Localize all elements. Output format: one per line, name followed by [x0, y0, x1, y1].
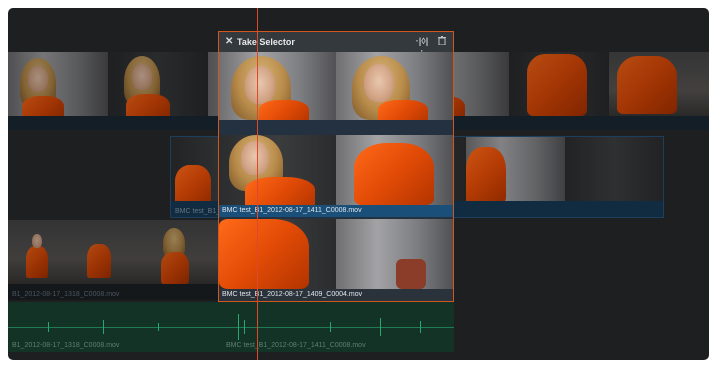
trash-icon[interactable]: [435, 36, 449, 48]
take-label: BMC test_B1_2012-08-17_1409_C0004.mov: [219, 289, 453, 301]
take-frame: [336, 52, 453, 120]
take-item[interactable]: [219, 52, 453, 120]
audio-clip-label: BMC test_B1_2012-08-17_1411_C0008.mov: [226, 342, 366, 349]
audio-clip-left[interactable]: B1_2012-08-17_1318_C0008.mov: [8, 302, 220, 352]
audio-track-1: B1_2012-08-17_1318_C0008.mov BMC test_B1…: [8, 300, 709, 360]
audio-clip-right[interactable]: BMC test_B1_2012-08-17_1411_C0008.mov: [220, 302, 454, 352]
take-frame: [336, 219, 453, 289]
take-item-selected[interactable]: BMC test_B1_2012-08-17_1411_C0008.mov: [219, 135, 453, 217]
take-selector-header: ✕ Take Selector ·|◊|·: [219, 32, 453, 56]
close-icon[interactable]: ✕: [225, 36, 233, 47]
take-label: BMC test_B1_2012-08-17_1411_C0008.mov: [219, 205, 453, 217]
take-frame: [336, 135, 453, 205]
take-frame: [219, 52, 336, 120]
playhead[interactable]: [257, 8, 258, 360]
audio-clip-label: B1_2012-08-17_1318_C0008.mov: [12, 342, 120, 349]
video-clip-bottom[interactable]: B1_2012-08-17_1318_C0008.mov: [8, 220, 220, 300]
take-item[interactable]: BMC test_B1_2012-08-17_1409_C0004.mov: [219, 219, 453, 301]
take-selector-title: Take Selector: [237, 37, 295, 47]
take-frame: [219, 219, 336, 289]
take-frame: [219, 135, 336, 205]
take-selector-panel[interactable]: ✕ Take Selector ·|◊|· BMC test_B1_2012-0…: [218, 31, 454, 302]
sync-icon[interactable]: ·|◊|·: [415, 36, 429, 56]
timeline-editor: BMC test_B1_2012-08-17_1411_C0008.mov: [8, 8, 709, 360]
